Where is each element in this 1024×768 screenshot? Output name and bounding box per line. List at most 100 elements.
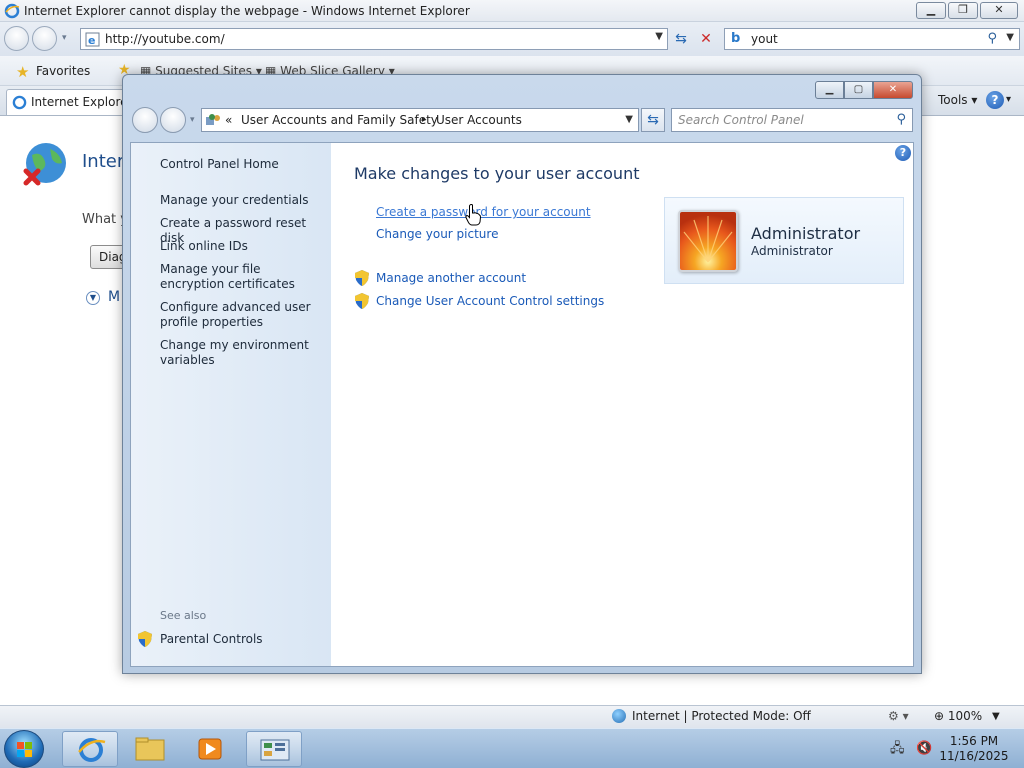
user-account-card: Administrator Administrator <box>664 197 904 284</box>
ie-tab-icon <box>12 95 27 110</box>
media-player-icon <box>198 738 222 760</box>
back-button[interactable] <box>4 26 29 51</box>
restore-button[interactable]: ❐ <box>948 2 978 19</box>
breadcrumb[interactable]: « User Accounts and Family Safety ▸ User… <box>201 108 639 132</box>
tools-menu[interactable]: Tools ▾ <box>938 93 977 107</box>
cp-recent-chevron-icon[interactable]: ▾ <box>190 115 195 125</box>
taskbar-media-player[interactable] <box>182 731 238 767</box>
cp-search-box[interactable]: ⚲ <box>671 108 913 132</box>
breadcrumb-separator-icon[interactable]: ▸ <box>422 115 427 125</box>
cp-close-button[interactable]: ✕ <box>873 81 913 99</box>
more-info-link[interactable]: ▼ M <box>86 289 120 305</box>
sidebar-item-control-panel-home[interactable]: Control Panel Home <box>160 157 325 172</box>
minimize-button[interactable]: ▁ <box>916 2 946 19</box>
cp-search-icon[interactable]: ⚲ <box>896 112 906 127</box>
cp-content: Control Panel Home Manage your credentia… <box>130 142 914 667</box>
user-role: Administrator <box>751 244 833 258</box>
help-icon[interactable]: ? <box>986 91 1004 109</box>
control-panel-icon <box>206 114 220 125</box>
clock-date: 11/16/2025 <box>939 749 1009 763</box>
expand-icon: ▼ <box>86 291 100 305</box>
cp-refresh-icon[interactable]: ⇆ <box>641 108 665 132</box>
ie-window-title: Internet Explorer cannot display the web… <box>24 4 470 18</box>
search-dropdown-icon[interactable]: ▼ <box>1006 32 1014 43</box>
taskbar-control-panel[interactable] <box>246 731 302 767</box>
start-button[interactable] <box>4 730 44 768</box>
address-field[interactable]: e http://youtube.com/ ▼ <box>80 28 668 50</box>
breadcrumb-item-user-accounts[interactable]: User Accounts <box>436 113 522 127</box>
uac-shield-icon <box>138 631 152 647</box>
cp-search-input[interactable] <box>678 112 878 128</box>
page-title: Make changes to your user account <box>354 164 640 183</box>
cp-main-pane: ? Make changes to your user account Crea… <box>331 143 913 666</box>
refresh-icon[interactable]: ⇆ <box>670 28 692 50</box>
breadcrumb-item-family-safety[interactable]: User Accounts and Family Safety <box>241 113 438 127</box>
forward-button[interactable] <box>32 26 57 51</box>
search-value: yout <box>751 32 778 46</box>
help-dropdown-icon[interactable]: ▾ <box>1006 94 1011 105</box>
taskbar-explorer[interactable] <box>122 731 178 767</box>
create-password-link[interactable]: Create a password for your account <box>376 205 591 219</box>
see-also-heading: See also <box>160 609 207 622</box>
search-input[interactable]: b yout ⚲ ▼ <box>724 28 1020 50</box>
sidebar-item-link-online-ids[interactable]: Link online IDs <box>160 239 325 254</box>
cp-back-button[interactable] <box>132 107 158 133</box>
search-icon[interactable]: ⚲ <box>987 31 997 46</box>
avatar[interactable] <box>678 210 738 272</box>
recent-pages-chevron-icon[interactable]: ▾ <box>62 33 67 43</box>
sidebar-item-parental-controls[interactable]: Parental Controls <box>160 632 263 646</box>
favorites-star-icon: ★ <box>16 63 30 81</box>
clock-time: 1:56 PM <box>949 734 999 748</box>
security-zone[interactable]: Internet | Protected Mode: Off <box>612 709 811 723</box>
bing-logo-icon: b <box>731 31 741 46</box>
windows-logo-icon <box>17 742 32 757</box>
error-globe-icon <box>23 143 66 186</box>
change-picture-link[interactable]: Change your picture <box>376 227 498 241</box>
ie-address-bar-row: ▾ e http://youtube.com/ ▼ ⇆ ✕ b yout ⚲ ▼ <box>0 22 1024 56</box>
sidebar-item-environment-variables[interactable]: Change my environment variables <box>160 338 325 368</box>
uac-settings-link[interactable]: Change User Account Control settings <box>376 294 604 308</box>
breadcrumb-prefix: « <box>225 113 233 127</box>
zoom-dropdown-icon[interactable]: ▼ <box>992 711 1000 722</box>
ie-logo-icon <box>4 3 20 19</box>
control-panel-taskbar-icon <box>260 739 290 761</box>
uac-shield-icon <box>355 270 369 286</box>
cp-minimize-button[interactable]: ▁ <box>815 81 844 99</box>
svg-text:e: e <box>88 34 95 47</box>
user-name: Administrator <box>751 224 861 243</box>
network-icon[interactable]: 🖧 <box>890 741 905 756</box>
volume-muted-icon[interactable]: 🔇 <box>916 741 932 756</box>
clock[interactable]: 1:56 PM 11/16/2025 <box>934 734 1014 764</box>
cp-forward-button[interactable] <box>160 107 186 133</box>
favorites-label: Favorites <box>36 64 91 78</box>
page-icon: e <box>85 32 100 47</box>
ie-window-controls: ▁ ❐ ✕ <box>914 2 1018 19</box>
taskbar-internet-explorer[interactable] <box>62 731 118 767</box>
cp-window-controls: ▁ ▢ ✕ <box>815 81 913 99</box>
cp-sidebar: Control Panel Home Manage your credentia… <box>131 143 331 666</box>
sidebar-item-manage-credentials[interactable]: Manage your credentials <box>160 193 325 208</box>
stop-icon[interactable]: ✕ <box>695 28 717 50</box>
ie-taskbar-icon <box>78 738 106 762</box>
uac-shield-icon <box>355 293 369 309</box>
sidebar-item-file-encryption[interactable]: Manage your file encryption certificates <box>160 262 325 292</box>
taskbar: 🖧 🔇 1:56 PM 11/16/2025 <box>0 728 1024 768</box>
manage-another-account-link[interactable]: Manage another account <box>376 271 526 285</box>
zoom-level[interactable]: ⊕ 100% <box>934 709 982 723</box>
close-button[interactable]: ✕ <box>980 2 1018 19</box>
protected-mode-icon[interactable]: ⚙ ▾ <box>888 709 909 723</box>
ie-title-bar[interactable]: Internet Explorer cannot display the web… <box>0 0 1024 22</box>
sidebar-item-advanced-profile[interactable]: Configure advanced user profile properti… <box>160 300 325 330</box>
folder-icon <box>135 737 165 761</box>
flower-picture-icon <box>680 212 736 270</box>
cp-help-icon[interactable]: ? <box>895 145 911 161</box>
cp-maximize-button[interactable]: ▢ <box>844 81 873 99</box>
address-dropdown-icon[interactable]: ▼ <box>655 31 663 42</box>
control-panel-window: ▁ ▢ ✕ ▾ « User Accounts and Family Safet… <box>122 74 922 674</box>
address-value: http://youtube.com/ <box>105 32 225 46</box>
system-tray: 🖧 🔇 <box>890 739 933 761</box>
breadcrumb-dropdown-icon[interactable]: ▼ <box>625 114 633 125</box>
favorites-button[interactable]: ★ Favorites <box>8 61 96 81</box>
ie-status-bar: Internet | Protected Mode: Off ⚙ ▾ ⊕ 100… <box>0 705 1024 728</box>
internet-zone-icon <box>612 709 626 723</box>
